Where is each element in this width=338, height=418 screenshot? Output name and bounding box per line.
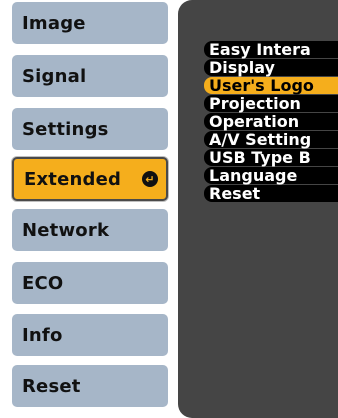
- submenu-item-label: Projection: [209, 94, 301, 113]
- menu-item-image[interactable]: Image: [12, 2, 168, 44]
- main-menu: Image Signal Settings Extended ↵ Network…: [0, 0, 178, 418]
- submenu-item-label: Reset: [209, 184, 261, 203]
- menu-item-label: Reset: [22, 375, 81, 397]
- submenu-item-usb-type-b[interactable]: USB Type B: [204, 149, 338, 166]
- submenu-item-label: Display: [209, 58, 275, 77]
- menu-item-info[interactable]: Info: [12, 314, 168, 356]
- menu-item-signal[interactable]: Signal: [12, 55, 168, 97]
- submenu-item-label: Language: [209, 166, 298, 185]
- menu-item-network[interactable]: Network: [12, 209, 168, 251]
- enter-icon: ↵: [142, 171, 158, 187]
- menu-item-label: ECO: [22, 272, 64, 294]
- menu-item-settings[interactable]: Settings: [12, 108, 168, 150]
- menu-item-label: Image: [22, 12, 86, 34]
- submenu-item-easy-interactive[interactable]: Easy Intera: [204, 41, 338, 58]
- menu-item-eco[interactable]: ECO: [12, 262, 168, 304]
- submenu-item-label: Operation: [209, 112, 300, 131]
- menu-item-label: Network: [22, 219, 110, 241]
- submenu-item-label: Easy Intera: [209, 40, 311, 59]
- submenu-item-label: A/V Setting: [209, 130, 312, 149]
- submenu-item-label: USB Type B: [209, 148, 311, 167]
- menu-item-label: Extended: [24, 168, 122, 190]
- menu-item-extended[interactable]: Extended ↵: [12, 157, 168, 201]
- submenu-item-label: User's Logo: [209, 76, 314, 95]
- submenu-item-av-settings[interactable]: A/V Setting: [204, 131, 338, 148]
- submenu-item-display[interactable]: Display: [204, 59, 338, 76]
- menu-item-label: Signal: [22, 65, 87, 87]
- menu-item-label: Info: [22, 324, 63, 346]
- submenu-item-operation[interactable]: Operation: [204, 113, 338, 130]
- submenu-item-reset[interactable]: Reset: [204, 185, 338, 202]
- submenu-item-projection[interactable]: Projection: [204, 95, 338, 112]
- menu-item-label: Settings: [22, 118, 109, 140]
- projector-menu-screen: Image Signal Settings Extended ↵ Network…: [0, 0, 338, 418]
- submenu-panel: Easy Intera Display User's Logo Projecti…: [178, 0, 338, 418]
- submenu-item-language[interactable]: Language: [204, 167, 338, 184]
- submenu-item-users-logo[interactable]: User's Logo: [204, 77, 338, 94]
- menu-item-reset[interactable]: Reset: [12, 365, 168, 407]
